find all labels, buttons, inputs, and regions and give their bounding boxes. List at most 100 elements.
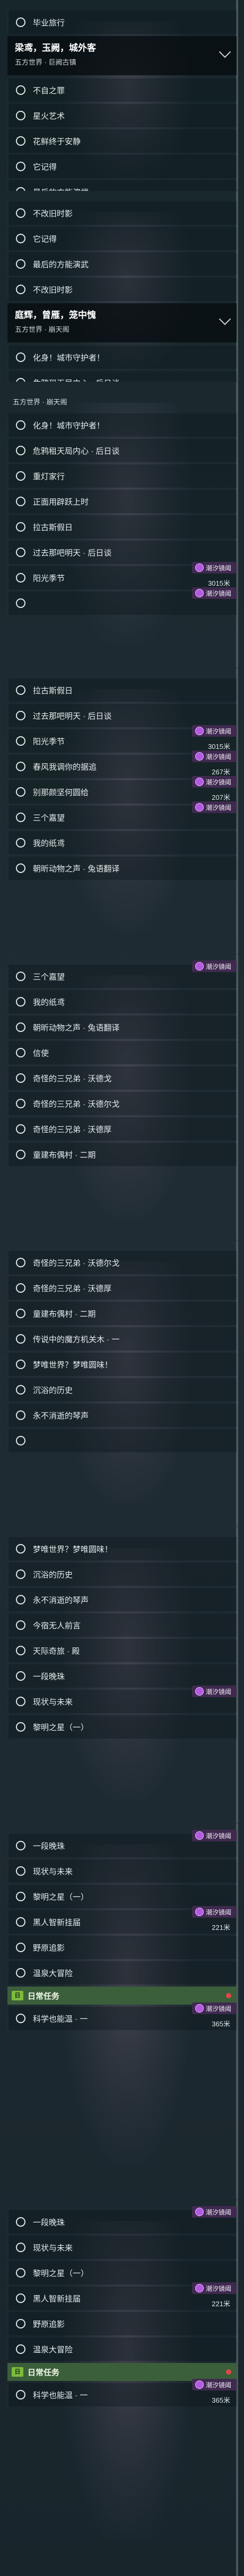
quest-item[interactable]: 童建布偶村 · 二期: [7, 1302, 237, 1325]
quest-item-label: 化身！城市守护者！: [33, 421, 105, 430]
tide-realm-badge: 潮汐镜阈: [191, 2379, 237, 2390]
quest-item[interactable]: 它记得: [7, 155, 237, 178]
quest-item[interactable]: 我的纸鸢: [7, 990, 237, 1013]
quest-item[interactable]: 黑人智新挂届 潮汐镜阈 221米: [7, 2282, 237, 2310]
quest-item[interactable]: 信使: [7, 1041, 237, 1064]
quest-item-label: 奇怪的三兄弟 · 沃德戈: [33, 1074, 112, 1083]
quest-item[interactable]: 朝昕动物之声 · 兔语翻译: [7, 857, 237, 880]
quest-item[interactable]: 传说中的魔方机关木 · 一: [7, 1327, 237, 1351]
quest-item[interactable]: 奇怪的三兄弟 · 沃德厚: [7, 1117, 237, 1141]
quest-item[interactable]: 一段晚珠 潮汐镜阈: [7, 1830, 237, 1857]
quest-item-label: 星火艺术: [33, 111, 65, 121]
quest-item[interactable]: 今宿无人前言: [7, 1613, 237, 1637]
quest-status-ring-icon: [16, 136, 25, 146]
quest-item[interactable]: 三个嘉望 潮汐镜阈: [7, 801, 237, 829]
quest-item[interactable]: 科学也能温 · 一 潮汐镜阈 365米: [7, 2379, 237, 2406]
quest-item[interactable]: 奇怪的三兄弟 · 沃德厚: [7, 1276, 237, 1300]
quest-item[interactable]: 奇怪的三兄弟 · 沃德戈: [7, 1066, 237, 1090]
tide-realm-badge-label: 潮汐镜阈: [205, 564, 231, 572]
quest-status-ring-icon: [16, 1258, 25, 1267]
quest-item-label: 沉浴的历史: [33, 1386, 73, 1395]
quest-item[interactable]: 最后的方能演武: [7, 180, 237, 191]
quest-item-label: 黎明之星（一）: [33, 2269, 89, 2278]
quest-status-ring-icon: [16, 497, 25, 506]
quest-group-header[interactable]: 梁鸢，玉阙，城外客 五方世界 · 巨阙古镇: [7, 36, 237, 75]
quest-item[interactable]: 梦唯世界？梦唯圆味！: [7, 1353, 237, 1376]
quest-item-label: 黎明之星（一）: [33, 1892, 89, 1902]
quest-item[interactable]: 永不消逝的琴声: [7, 1588, 237, 1611]
quest-item[interactable]: 不改旧时影: [7, 201, 237, 225]
quest-item[interactable]: 一段晚珠: [7, 1664, 237, 1688]
quest-group-header[interactable]: 庭辉，曾雁，笼中愧 五方世界 · 崩天阁: [7, 303, 237, 342]
quest-item[interactable]: 阳光季节 潮汐镜阈 3015米: [7, 562, 237, 589]
quest-item[interactable]: 我的纸鸢: [7, 831, 237, 854]
quest-item[interactable]: 过去那吧明天 · 后日谈: [7, 704, 237, 727]
quest-item[interactable]: 野原追影: [7, 2312, 237, 2335]
quest-item-label: 童建布偶村 · 二期: [33, 1309, 96, 1319]
quest-item[interactable]: 拉古斯假日: [7, 678, 237, 702]
quest-item[interactable]: 黑人智新挂届 潮汐镜阈 221米: [7, 1906, 237, 1934]
quest-status-ring-icon: [16, 1569, 25, 1579]
quest-screen: 一段晚珠 潮汐镜阈 现状与未来黎明之星（一） 黑人智新挂届 潮汐镜阈 221米 野原追影 温泉…: [0, 1823, 244, 2200]
quest-item[interactable]: 正面用辟跃上时: [7, 490, 237, 513]
quest-item[interactable]: 奇怪的三兄弟 · 沃德尔戈: [7, 1251, 237, 1274]
quest-item[interactable]: 别那颜坚何圆给 潮汐镜阈 207米: [7, 776, 237, 804]
quest-item[interactable]: 永不消逝的琴声: [7, 1404, 237, 1427]
quest-item[interactable]: 重灯家行: [7, 464, 237, 488]
quest-item[interactable]: 沉浴的历史: [7, 1563, 237, 1586]
quest-item[interactable]: 拉古斯假日: [7, 515, 237, 539]
quest-item[interactable]: 潮汐镜阈: [7, 587, 237, 615]
quest-item[interactable]: 黎明之星（一）: [7, 1715, 237, 1739]
quest-status-ring-icon: [16, 1544, 25, 1554]
quest-item[interactable]: 不改旧时影: [7, 278, 237, 301]
quest-status-ring-icon: [16, 17, 25, 27]
quest-item[interactable]: 梦唯世界？梦唯圆味！: [7, 1537, 237, 1560]
quest-item[interactable]: 危鸦租天局内心 · 后日谈: [7, 439, 237, 462]
quest-item[interactable]: 它记得: [7, 227, 237, 250]
daily-task-header[interactable]: 日日常任务: [7, 2363, 237, 2381]
quest-status-ring-icon: [16, 1595, 25, 1604]
quest-item[interactable]: 毕业旅行: [7, 11, 237, 34]
tide-realm-badge-label: 潮汐镜阈: [205, 2005, 231, 2013]
quest-item-label: 奇怪的三兄弟 · 沃德尔戈: [33, 1099, 120, 1109]
quest-item[interactable]: 朝昕动物之声 · 兔语翻译: [7, 1016, 237, 1039]
quest-item[interactable]: 沉浴的历史: [7, 1378, 237, 1401]
daily-task-header[interactable]: 日日常任务: [7, 1987, 237, 2005]
quest-distance: 221米: [212, 1924, 230, 1931]
quest-item[interactable]: 野原追影: [7, 1936, 237, 1959]
quest-screen: 三个嘉望 潮汐镜阈 我的纸鸢 朝昕动物之声 · 兔语翻译 信使 奇怪的三兄弟 · 沃德戈奇…: [0, 954, 244, 1240]
quest-item[interactable]: 过去那吧明天 · 后日谈: [7, 541, 237, 564]
quest-item[interactable]: [7, 1429, 237, 1452]
quest-item[interactable]: 温泉大冒险: [7, 2337, 237, 2361]
quest-item[interactable]: 春风我调你的据追 潮汐镜阈 267米: [7, 751, 237, 778]
quest-item[interactable]: 最后的方能演武: [7, 252, 237, 276]
daily-task-label: 日常任务: [28, 2368, 60, 2377]
quest-item[interactable]: 奇怪的三兄弟 · 沃德尔戈: [7, 1092, 237, 1115]
quest-status-ring-icon: [16, 208, 25, 218]
quest-item[interactable]: 化身！城市守护者！: [7, 413, 237, 437]
quest-screen: 梦唯世界？梦唯圆味！ 沉浴的历史 永不消逝的琴声 今宿无人前言天际奇旅 · 殿一段晚珠…: [0, 1527, 244, 1823]
quest-status-ring-icon: [16, 1436, 25, 1445]
quest-status-ring-icon: [16, 685, 25, 695]
quest-item[interactable]: 现状与未来 潮汐镜阈: [7, 1686, 237, 1713]
quest-item[interactable]: 黎明之星（一）: [7, 1885, 237, 1908]
portal-icon: [195, 778, 204, 786]
quest-item[interactable]: 天际奇旅 · 殿: [7, 1639, 237, 1662]
quest-item[interactable]: 黎明之星（一）: [7, 2261, 237, 2284]
quest-item[interactable]: 不自之罪: [7, 78, 237, 102]
quest-item[interactable]: 花鲜终于安静: [7, 129, 237, 153]
quest-item[interactable]: 化身！城市守护者！: [7, 346, 237, 369]
quest-item[interactable]: 童建布偶村 · 二期: [7, 1143, 237, 1166]
quest-status-ring-icon: [16, 1385, 25, 1395]
quest-item[interactable]: 三个嘉望 潮汐镜阈: [7, 960, 237, 988]
portal-icon: [195, 727, 204, 735]
quest-item[interactable]: 温泉大冒险: [7, 1961, 237, 1984]
quest-item[interactable]: 阳光季节 潮汐镜阈 3015米: [7, 725, 237, 753]
quest-item[interactable]: 现状与未来: [7, 2236, 237, 2259]
quest-item[interactable]: 一段晚珠 潮汐镜阈: [7, 2206, 237, 2234]
quest-item[interactable]: 科学也能温 · 一 潮汐镜阈 365米: [7, 2002, 237, 2030]
quest-item-label: 天际奇旅 · 殿: [33, 1646, 80, 1656]
quest-item[interactable]: 星火艺术: [7, 104, 237, 127]
quest-item[interactable]: 现状与未来: [7, 1859, 237, 1883]
quest-item[interactable]: 危鸦租天局内心 · 后日谈: [7, 371, 237, 382]
